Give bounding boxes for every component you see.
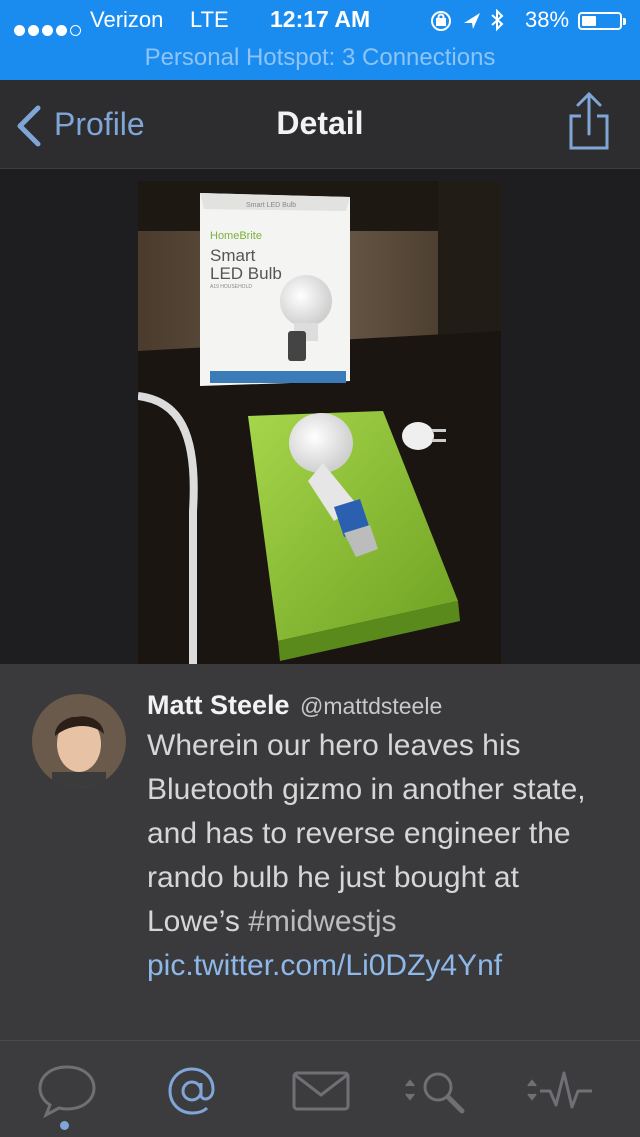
box-title-line1: Smart xyxy=(210,246,256,265)
carrier-label: Verizon xyxy=(90,7,164,32)
tweet-photo[interactable]: Smart LED Bulb HomeBrite Smart LED Bulb … xyxy=(138,181,501,664)
media-area: Smart LED Bulb HomeBrite Smart LED Bulb … xyxy=(0,169,640,664)
chat-bubble-icon[interactable] xyxy=(32,1061,102,1121)
box-side-label: Smart LED Bulb xyxy=(246,202,296,209)
activity-icon[interactable] xyxy=(526,1061,596,1121)
mentions-icon[interactable] xyxy=(157,1061,227,1121)
network-type: LTE xyxy=(190,7,229,32)
author-name[interactable]: Matt Steele xyxy=(147,690,290,720)
location-icon xyxy=(464,13,480,29)
tweet-card[interactable]: Matt Steele @mattdsteele Wherein our her… xyxy=(0,664,640,1040)
signal-strength-icon xyxy=(14,16,84,42)
page-title: Detail xyxy=(276,105,364,141)
search-icon[interactable] xyxy=(404,1061,474,1121)
hashtag-link[interactable]: #midwestjs xyxy=(248,905,396,938)
share-icon[interactable] xyxy=(566,90,612,154)
battery-icon xyxy=(578,12,626,30)
product-box-illustration: Smart LED Bulb HomeBrite Smart LED Bulb … xyxy=(200,193,350,386)
author-handle[interactable]: @mattdsteele xyxy=(300,693,442,719)
messages-icon[interactable] xyxy=(286,1061,356,1121)
bluetooth-icon xyxy=(491,9,504,32)
box-brand: HomeBrite xyxy=(210,230,262,242)
avatar[interactable] xyxy=(32,694,126,788)
status-icons xyxy=(431,9,504,32)
author-row: Matt Steele @mattdsteele xyxy=(147,690,442,721)
status-bar: Verizon LTE 12:17 AM 38% Personal Hotspo… xyxy=(0,0,640,80)
tab-bar xyxy=(0,1040,640,1137)
box-title-line2: LED Bulb xyxy=(210,264,282,283)
rotation-lock-icon xyxy=(431,11,451,31)
tweet-media-link[interactable]: pic.twitter.com/Li0DZy4Ynf xyxy=(147,949,502,982)
status-time: 12:17 AM xyxy=(270,6,371,32)
tweet-text: Wherein our hero leaves his Bluetooth gi… xyxy=(147,724,617,988)
box-subtitle: A19 HOUSEHOLD xyxy=(210,284,252,290)
hotspot-banner[interactable]: Personal Hotspot: 3 Connections xyxy=(0,44,640,72)
active-tab-indicator xyxy=(60,1121,69,1130)
nav-bar: Profile Detail xyxy=(0,80,640,169)
battery-percent: 38% xyxy=(525,7,570,32)
